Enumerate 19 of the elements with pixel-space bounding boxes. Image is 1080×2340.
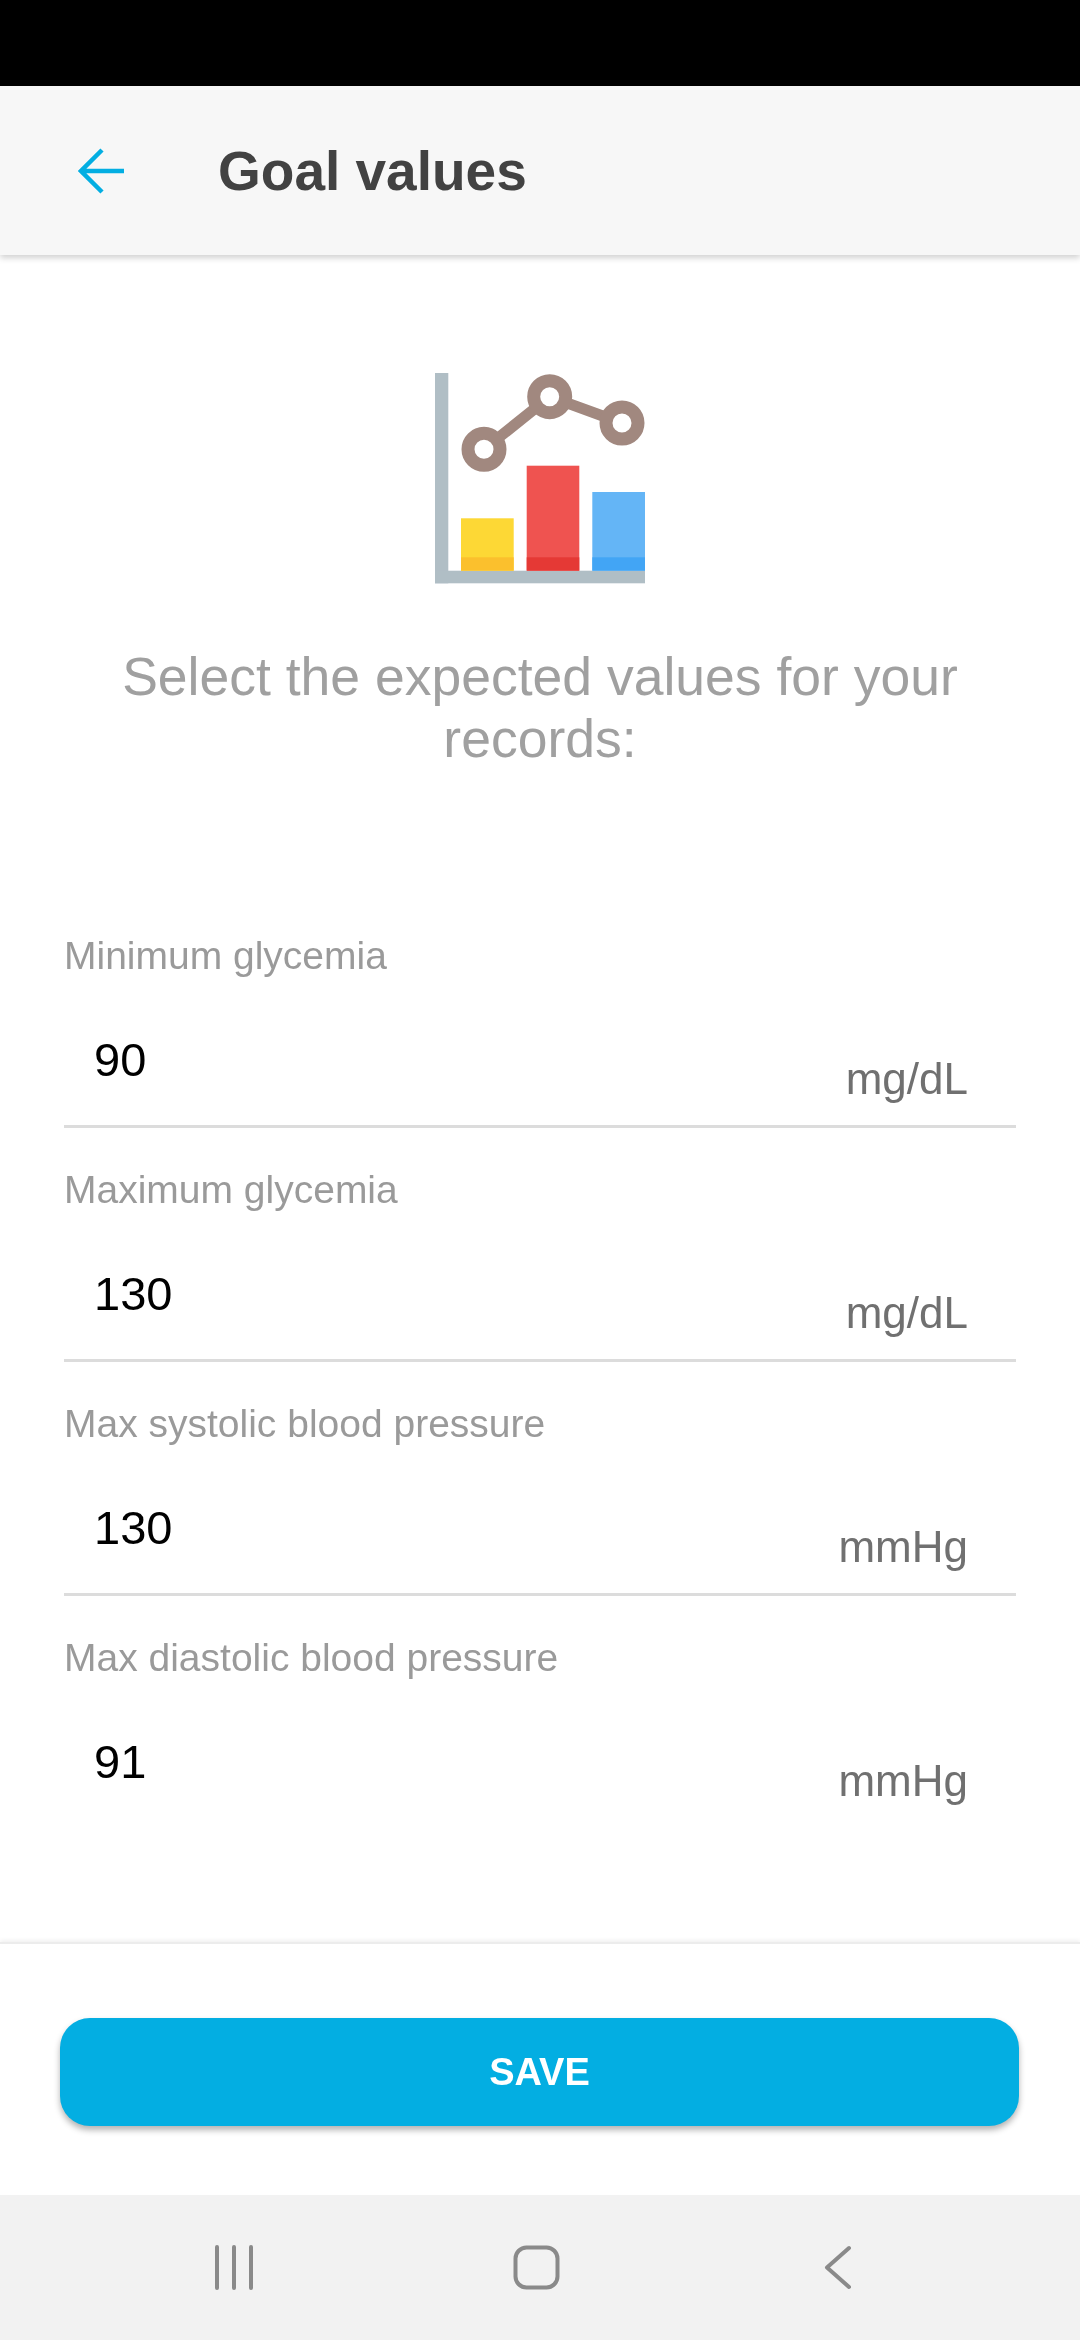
input-field[interactable]: 91	[94, 1733, 799, 1789]
chart-icon	[435, 373, 645, 584]
screen-title: Goal values	[218, 138, 527, 203]
unit-label: mmHg	[838, 1756, 968, 1806]
unit-label: mg/dL	[845, 1054, 968, 1104]
back-icon[interactable]	[78, 146, 126, 195]
input-field[interactable]: 90	[94, 1031, 806, 1087]
field-label: Max systolic blood pressure	[64, 1401, 546, 1447]
unit-label: mg/dL	[845, 1288, 968, 1338]
intro-text: Select the expected values for your records:	[121, 646, 959, 770]
back-nav-icon[interactable]	[823, 2245, 853, 2290]
field-label: Maximum glycemia	[64, 1167, 398, 1213]
home-icon[interactable]	[512, 2245, 560, 2290]
input-field[interactable]: 130	[94, 1499, 799, 1555]
field-label: Minimum glycemia	[64, 933, 387, 979]
recent-apps-icon[interactable]	[213, 2245, 255, 2290]
input-field[interactable]: 130	[94, 1265, 806, 1321]
unit-label: mmHg	[838, 1522, 968, 1572]
field-label: Max diastolic blood pressure	[64, 1635, 559, 1681]
